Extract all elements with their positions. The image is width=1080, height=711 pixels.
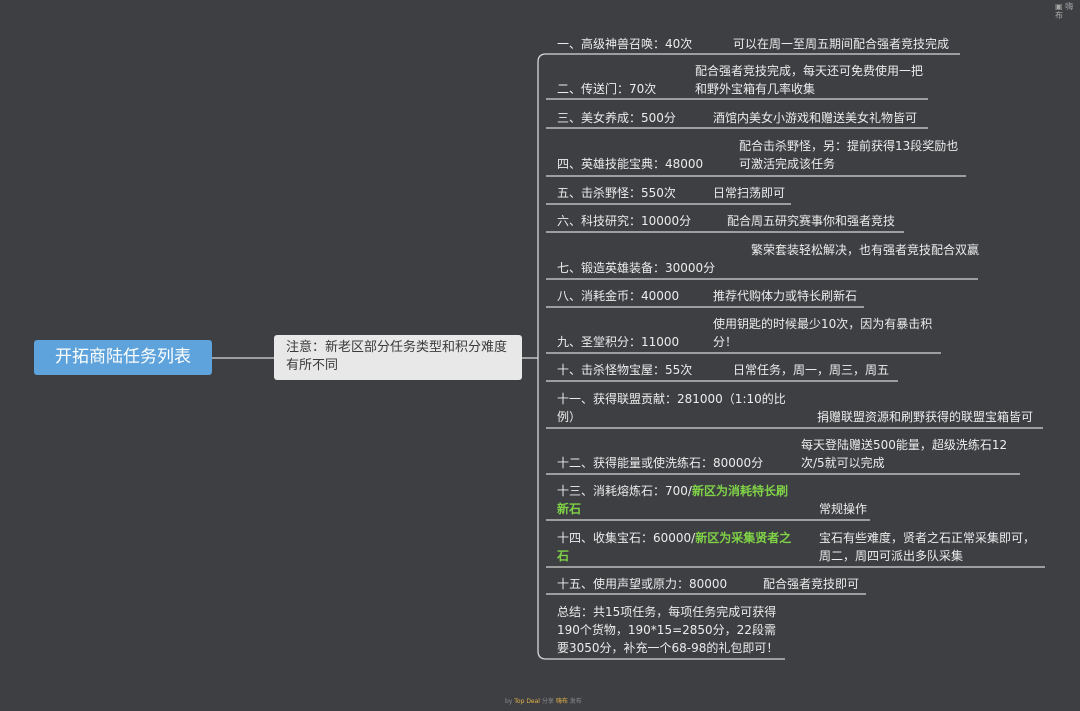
share-icon[interactable]: ▣ 嗨布 — [1055, 2, 1080, 20]
task-label: 十、击杀怪物宝屋：55次 — [557, 363, 693, 377]
task-label: 十五、使用声望或原力：80000 — [557, 577, 728, 591]
footer-middle: 分享 — [541, 698, 554, 705]
task-label: 十二、获得能量或使洗练石：80000分 — [557, 456, 764, 470]
task-desc: 酒馆内美女小游戏和赠送美女礼物皆可 — [713, 111, 918, 125]
task-desc: 配合击杀野怪，另：提前获得13段奖励也可激活完成该任务 — [739, 139, 959, 171]
share-label: 嗨布 — [1055, 2, 1074, 20]
task-label-text: 十四、收集宝石：60000/ — [557, 531, 696, 545]
task-desc: 配合强者竞技完成，每天还可免费使用一把和野外宝箱有几率收集 — [695, 64, 924, 96]
task-label: 二、传送门：70次 — [557, 82, 657, 96]
task-label: 十三、消耗熔炼石：700/新区为消耗特长刷新石 — [557, 482, 793, 518]
task-desc: 配合强者竞技即可 — [763, 577, 860, 591]
task-desc: 推荐代购体力或特长刷新石 — [713, 289, 858, 303]
task-desc: 捐赠联盟资源和刷野获得的联盟宝箱皆可 — [817, 410, 1034, 424]
task-label: 六、科技研究：10000分 — [557, 214, 692, 228]
task-label: 八、消耗金币：40000 — [557, 289, 680, 303]
footer-prefix: by — [505, 698, 513, 705]
task-desc: 可以在周一至周五期间配合强者竞技完成 — [733, 37, 950, 51]
task-desc: 配合周五研究赛事你和强者竞技 — [727, 214, 896, 228]
root-topic[interactable]: 开拓商陆任务列表 — [34, 340, 212, 375]
task-desc: 日常扫荡即可 — [713, 186, 786, 200]
task-desc: 常规操作 — [819, 502, 868, 516]
summary-topic[interactable]: 总结：共15项任务，每项任务完成可获得190个货物，190*15=2850分，2… — [557, 603, 785, 657]
task-label: 四、英雄技能宝典：48000 — [557, 157, 704, 171]
task-desc: 繁荣套装轻松解决，也有强者竞技配合双赢 — [751, 243, 980, 257]
task-label: 七、锻造英雄装备：30000分 — [557, 261, 716, 275]
task-desc: 日常任务，周一，周三，周五 — [733, 363, 890, 377]
task-label: 一、高级神兽召唤：40次 — [557, 37, 693, 51]
task-desc: 使用钥匙的时候最少10次，因为有暴击积分！ — [713, 317, 933, 349]
footer-brand: Top Deal — [514, 698, 540, 705]
task-label: 十四、收集宝石：60000/新区为采集贤者之石 — [557, 529, 793, 565]
note-topic[interactable]: 注意：新老区部分任务类型和积分难度有所不同 — [274, 335, 522, 380]
task-label-text: 十三、消耗熔炼石：700/ — [557, 484, 692, 498]
footer-brand2: 嗨布 — [555, 698, 568, 705]
task-desc: 宝石有些难度，贤者之石正常采集即可，周二，周四可派出多队采集 — [819, 531, 1036, 563]
task-label: 九、圣堂积分：11000 — [557, 335, 680, 349]
task-label: 三、美女养成：500分 — [557, 111, 676, 125]
branch-trunk — [537, 53, 547, 660]
task-label: 十一、获得联盟贡献：281000（1:10的比例） — [557, 392, 786, 424]
task-desc: 每天登陆赠送500能量，超级洗练石12次/5就可以完成 — [801, 438, 1008, 470]
footer-credit: by Top Deal 分享 嗨布 发布 — [505, 698, 582, 706]
task-label: 五、击杀野怪：550次 — [557, 186, 676, 200]
footer-suffix: 发布 — [569, 698, 582, 705]
